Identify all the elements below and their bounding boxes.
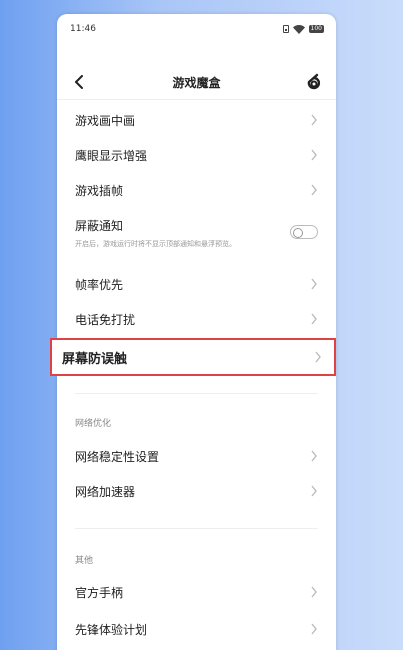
- chevron-right-icon: [311, 623, 317, 635]
- section-title-other: 其他: [75, 556, 94, 566]
- list-item-frame-interpolation[interactable]: 游戏插帧: [57, 178, 336, 202]
- status-bar: 11:46 100: [57, 14, 336, 44]
- chevron-right-icon: [311, 313, 317, 325]
- chevron-right-icon: [311, 149, 317, 161]
- list-item-label: 游戏画中画: [75, 113, 136, 128]
- header-divider: [57, 99, 336, 100]
- chevron-right-icon: [311, 184, 317, 196]
- title-bar: 游戏魔盒: [57, 62, 336, 102]
- block-notifications-toggle[interactable]: [290, 225, 318, 239]
- list-item-label: 官方手柄: [75, 585, 124, 600]
- chevron-right-icon: [311, 450, 317, 462]
- list-item-label: 鹰眼显示增强: [75, 148, 148, 163]
- notify-text: 屏蔽通知 开启后，游戏运行时将不显示顶部通知和悬浮预览。: [75, 217, 290, 249]
- wifi-icon: [292, 24, 305, 34]
- list-item-label: 电话免打扰: [75, 312, 136, 327]
- chevron-right-icon: [311, 278, 317, 290]
- list-item-framerate-priority[interactable]: 帧率优先: [57, 272, 336, 296]
- chevron-right-icon: [315, 351, 321, 363]
- status-icons: 100: [282, 24, 324, 34]
- section-title-network: 网络优化: [75, 419, 112, 429]
- list-item-block-notifications: 屏蔽通知 开启后，游戏运行时将不显示顶部通知和悬浮预览。: [57, 217, 336, 261]
- list-item-pioneer-program[interactable]: 先锋体验计划: [57, 617, 336, 641]
- chevron-right-icon: [311, 114, 317, 126]
- status-time: 11:46: [70, 24, 96, 34]
- list-item-pip[interactable]: 游戏画中画: [57, 108, 336, 132]
- list-item-label: 网络加速器: [75, 484, 136, 499]
- list-item-label: 游戏插帧: [75, 183, 124, 198]
- page-title: 游戏魔盒: [172, 75, 221, 90]
- list-item-hawkeye[interactable]: 鹰眼显示增强: [57, 143, 336, 167]
- list-item-label: 网络稳定性设置: [75, 449, 160, 464]
- list-item-label: 屏蔽通知: [75, 219, 124, 233]
- list-item-network-accelerator[interactable]: 网络加速器: [57, 479, 336, 503]
- list-item-label: 帧率优先: [75, 277, 124, 292]
- chevron-right-icon: [311, 586, 317, 598]
- chevron-right-icon: [311, 485, 317, 497]
- list-item-official-controller[interactable]: 官方手柄: [57, 580, 336, 604]
- list-item-network-stability[interactable]: 网络稳定性设置: [57, 444, 336, 468]
- back-arrow-icon[interactable]: [71, 72, 87, 92]
- list-item-screen-mistouch[interactable]: 屏幕防误触: [50, 338, 336, 376]
- list-item-description: 开启后，游戏运行时将不显示顶部通知和悬浮预览。: [75, 240, 236, 248]
- list-item-call-dnd[interactable]: 电话免打扰: [57, 307, 336, 331]
- list-item-label: 屏幕防误触: [62, 351, 128, 367]
- section-divider: [75, 393, 318, 394]
- section-divider: [75, 528, 318, 529]
- brand-logo-icon[interactable]: [304, 72, 324, 92]
- battery-icon: 100: [308, 25, 324, 33]
- sim-icon: [282, 25, 289, 33]
- list-item-label: 先锋体验计划: [75, 622, 148, 637]
